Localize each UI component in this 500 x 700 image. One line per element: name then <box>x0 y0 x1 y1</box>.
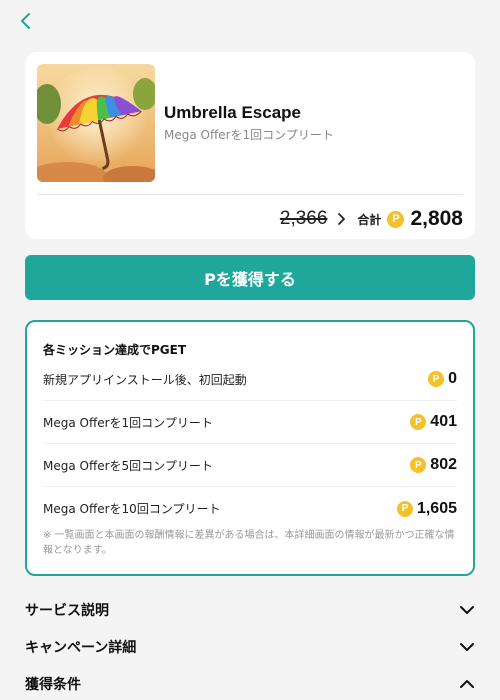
section-campaign-details[interactable]: キャンペーン詳細 <box>25 632 475 662</box>
app-thumbnail <box>37 64 155 182</box>
chevron-down-icon <box>459 605 475 615</box>
offer-card: Umbrella Escape Mega Offerを1回コンプリート 2,36… <box>25 52 475 239</box>
mission-points: P 0 <box>428 370 457 388</box>
old-price: 2,366 <box>279 208 328 229</box>
point-coin-icon: P <box>410 414 427 430</box>
offer-subtitle: Mega Offerを1回コンプリート <box>164 128 334 142</box>
mission-panel: 各ミッション達成でPGET 新規アプリインストール後、初回起動 P 0 Mega… <box>25 320 475 576</box>
mission-value: 802 <box>430 456 457 473</box>
chevron-left-icon <box>19 11 33 35</box>
back-button[interactable] <box>14 10 38 36</box>
mission-points: P 401 <box>410 413 457 431</box>
mission-label: 新規アプリインストール後、初回起動 <box>43 372 247 387</box>
mission-row: Mega Offerを10回コンプリート P 1,605 <box>43 487 457 530</box>
disclaimer-note: ※ 一覧画面と本画面の報酬情報に差異がある場合は、本詳細画面の情報が最新かつ正確… <box>43 530 455 556</box>
section-acquisition-conditions[interactable]: 獲得条件 <box>25 669 475 699</box>
mission-points: P 802 <box>410 456 457 474</box>
app-name: Umbrella Escape <box>164 103 302 122</box>
total-label: 合計 <box>357 212 382 227</box>
mission-title: 各ミッション達成でPGET <box>43 343 187 357</box>
chevron-up-icon <box>459 679 475 689</box>
section-service-description[interactable]: サービス説明 <box>25 595 475 625</box>
mission-row: Mega Offerを5回コンプリート P 802 <box>43 444 457 487</box>
point-coin-icon: P <box>387 210 405 228</box>
price-summary: 2,366 合計 P 2,808 <box>280 202 463 236</box>
mission-row: Mega Offerを1回コンプリート P 401 <box>43 401 457 444</box>
section-label: 獲得条件 <box>25 677 81 693</box>
point-coin-icon: P <box>428 371 445 387</box>
total-points: 2,808 <box>410 207 463 230</box>
mission-value: 401 <box>430 413 457 430</box>
point-coin-icon: P <box>396 500 413 517</box>
mission-label: Mega Offerを1回コンプリート <box>43 415 213 430</box>
section-label: キャンペーン詳細 <box>25 640 137 656</box>
point-coin-icon: P <box>410 457 427 473</box>
mission-value: 0 <box>448 370 457 387</box>
section-label: サービス説明 <box>25 603 109 619</box>
mission-label: Mega Offerを10回コンプリート <box>43 502 221 516</box>
chevron-down-icon <box>459 642 475 652</box>
divider <box>37 194 463 195</box>
get-points-button[interactable]: Pを獲得する <box>25 255 475 300</box>
mission-value: 1,605 <box>416 499 457 517</box>
mission-points: P 1,605 <box>396 499 457 518</box>
mission-label: Mega Offerを5回コンプリート <box>43 458 213 473</box>
chevron-right-icon <box>337 212 347 226</box>
mission-row: 新規アプリインストール後、初回起動 P 0 <box>43 358 457 401</box>
